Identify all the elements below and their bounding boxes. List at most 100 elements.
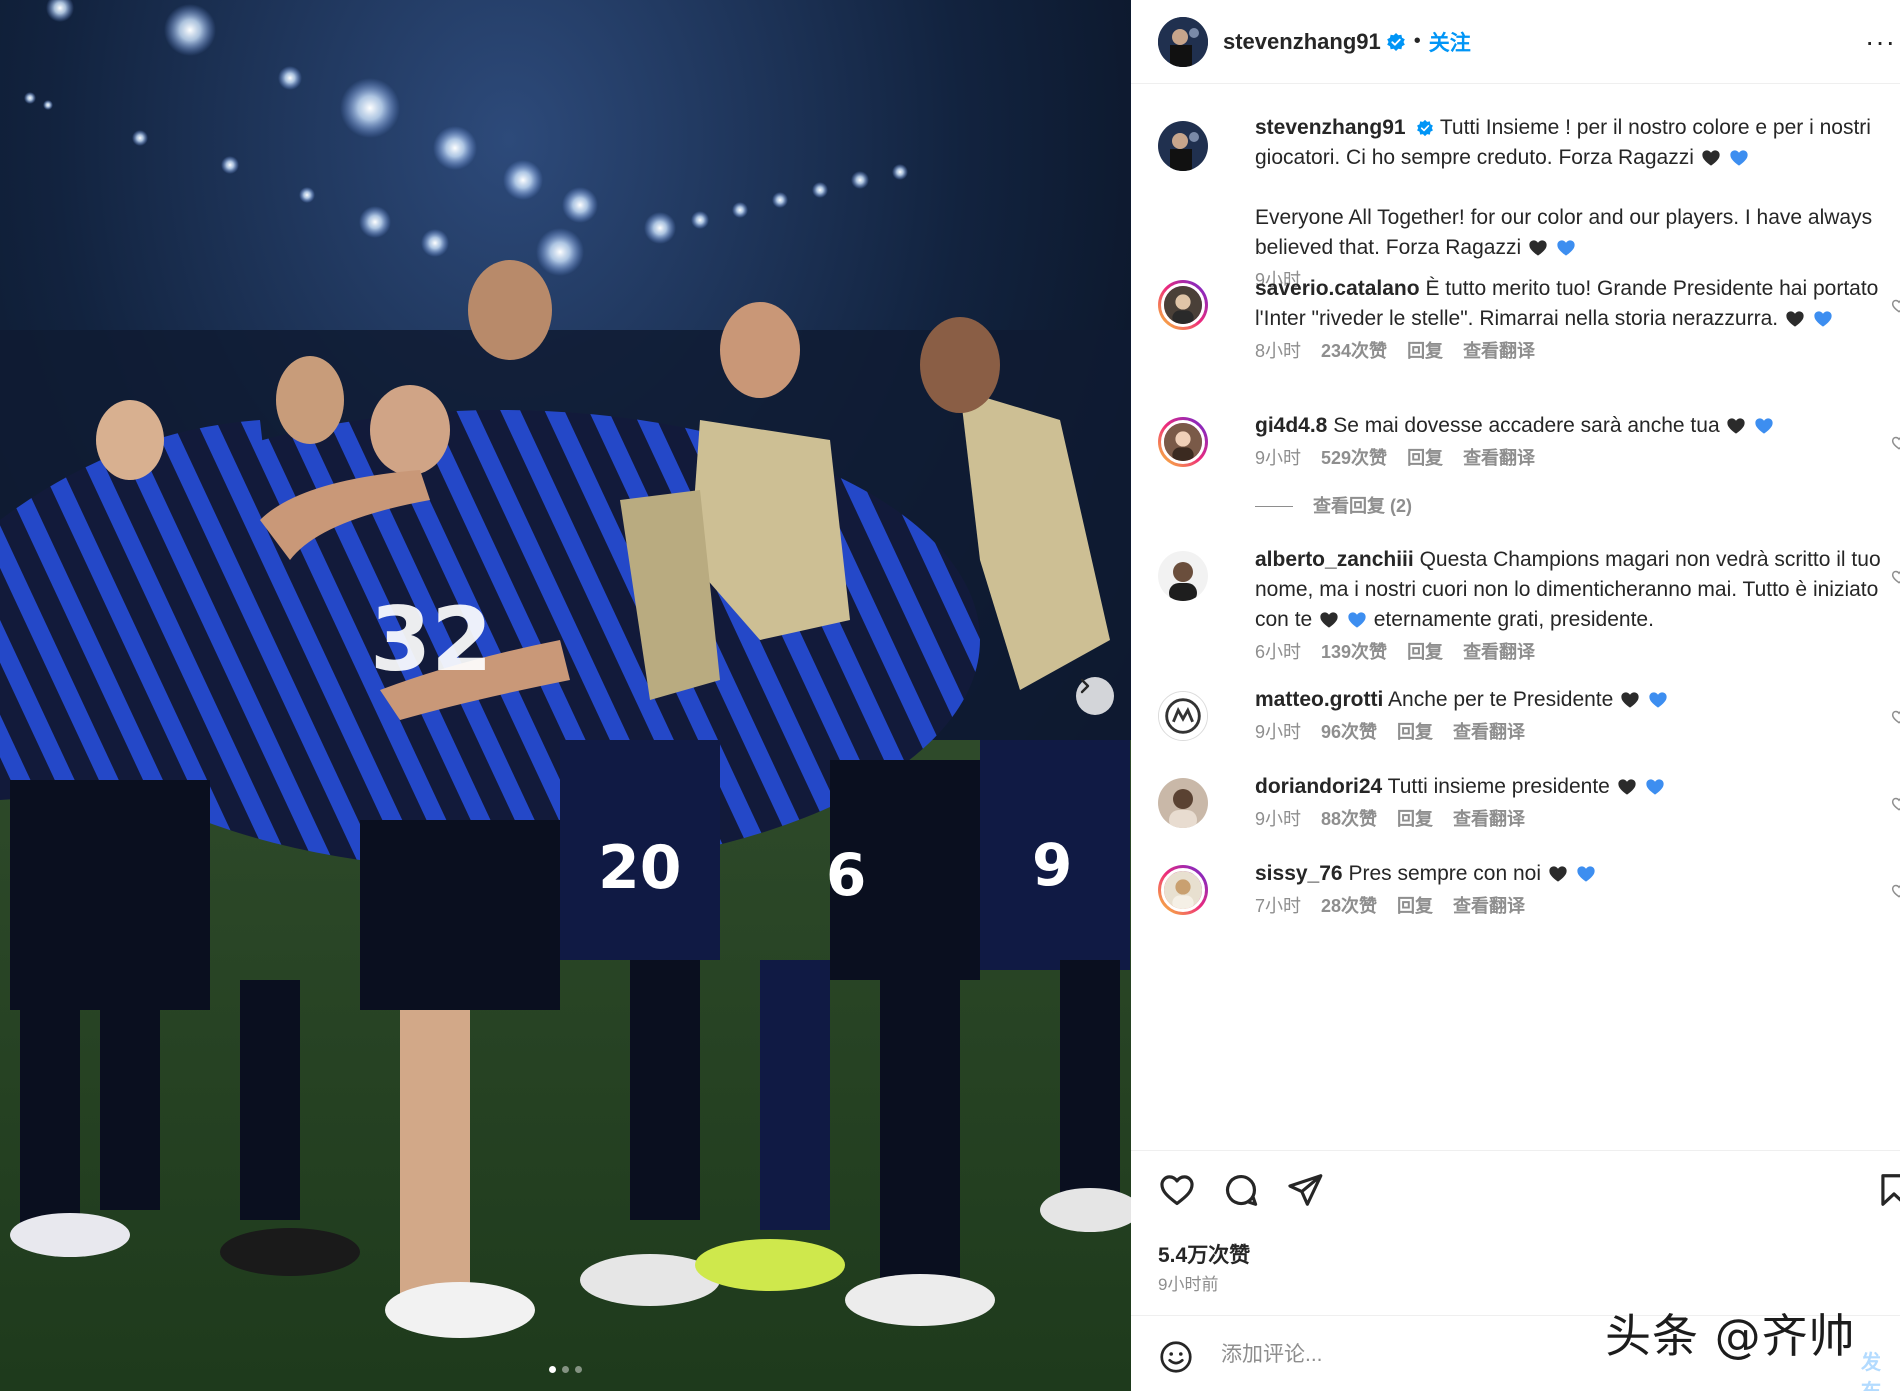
comment-input[interactable] xyxy=(1221,1338,1621,1372)
comment-likes[interactable]: 96次赞 xyxy=(1321,721,1377,743)
black-heart-icon xyxy=(1618,779,1636,795)
avatar-image xyxy=(1164,423,1202,461)
verified-icon xyxy=(1417,119,1434,137)
avatar-image xyxy=(1158,121,1208,171)
black-heart-icon xyxy=(1320,612,1338,628)
reply-button[interactable]: 回复 xyxy=(1407,447,1443,469)
commenter-username[interactable]: saverio.catalano xyxy=(1255,277,1420,300)
comments-thread[interactable]: stevenzhang91 Tutti Insieme ! per il nos… xyxy=(1131,85,1900,1150)
heart-icon[interactable] xyxy=(1158,1171,1196,1209)
commenter-username[interactable]: gi4d4.8 xyxy=(1255,414,1327,437)
heart-emojis xyxy=(1541,862,1597,885)
emoji-icon[interactable] xyxy=(1158,1339,1194,1375)
likes-count[interactable]: 5.4万次赞 xyxy=(1158,1239,1250,1269)
comment-likes[interactable]: 139次赞 xyxy=(1321,641,1387,663)
translate-button[interactable]: 查看翻译 xyxy=(1453,721,1525,743)
comment-meta: 9小时 529次赞 回复 查看翻译 xyxy=(1255,447,1900,469)
comment-time: 7小时 xyxy=(1255,896,1302,916)
translate-button[interactable]: 查看翻译 xyxy=(1463,641,1535,663)
post-comment-button[interactable]: 发布 xyxy=(1861,1346,1900,1391)
reply-button[interactable]: 回复 xyxy=(1397,895,1433,917)
post-actions: 5.4万次赞 9小时前 xyxy=(1131,1150,1900,1294)
blue-heart-icon xyxy=(1577,866,1595,882)
author-username[interactable]: stevenzhang91 xyxy=(1223,29,1381,55)
like-comment-icon[interactable] xyxy=(1891,569,1900,590)
like-comment-icon[interactable] xyxy=(1891,435,1900,456)
avatar-image xyxy=(1164,286,1202,324)
translate-button[interactable]: 查看翻译 xyxy=(1463,340,1535,362)
heart-icon xyxy=(1891,710,1900,724)
reply-button[interactable]: 回复 xyxy=(1397,808,1433,830)
heart-emojis xyxy=(1720,414,1776,437)
commenter-username[interactable]: matteo.grotti xyxy=(1255,688,1383,711)
next-image-button[interactable] xyxy=(1076,677,1114,715)
comment-icon[interactable] xyxy=(1222,1171,1260,1209)
celebration-photo: 32 20 9 6 xyxy=(0,0,1131,1391)
post-image[interactable]: 32 20 9 6 xyxy=(0,0,1131,1391)
share-icon[interactable] xyxy=(1286,1171,1324,1209)
comment-text-tail: eternamente grati, presidente. xyxy=(1373,608,1654,631)
translate-button[interactable]: 查看翻译 xyxy=(1453,808,1525,830)
comment-likes[interactable]: 529次赞 xyxy=(1321,447,1387,469)
comment-time: 9小时 xyxy=(1255,448,1302,468)
reply-button[interactable]: 回复 xyxy=(1397,721,1433,743)
avatar-image xyxy=(1159,692,1207,740)
comment-likes[interactable]: 88次赞 xyxy=(1321,808,1377,830)
svg-text:32: 32 xyxy=(370,588,492,691)
translate-button[interactable]: 查看翻译 xyxy=(1463,447,1535,469)
heart-emojis xyxy=(1613,688,1669,711)
caption-username[interactable]: stevenzhang91 xyxy=(1255,116,1406,139)
more-icon[interactable]: ··· xyxy=(1865,26,1896,58)
blue-heart-icon xyxy=(1649,692,1667,708)
blue-heart-icon xyxy=(1755,418,1773,434)
reply-button[interactable]: 回复 xyxy=(1407,641,1443,663)
author-avatar[interactable] xyxy=(1158,121,1208,171)
save-icon[interactable] xyxy=(1875,1171,1900,1209)
commenter-avatar[interactable] xyxy=(1158,417,1208,467)
post-side-panel: stevenzhang91 • 关注 ··· stevenzhang91 Tut… xyxy=(1131,0,1900,1391)
heart-emojis xyxy=(1312,608,1374,631)
follow-button[interactable]: 关注 xyxy=(1429,27,1471,57)
like-comment-icon[interactable] xyxy=(1891,298,1900,319)
header-separator: • xyxy=(1413,30,1421,52)
like-comment-icon[interactable] xyxy=(1891,709,1900,730)
comment-text: Pres sempre con noi xyxy=(1348,862,1542,885)
translate-button[interactable]: 查看翻译 xyxy=(1453,895,1525,917)
avatar-image xyxy=(1158,778,1208,828)
comment-likes[interactable]: 234次赞 xyxy=(1321,340,1387,362)
comment-time: 9小时 xyxy=(1255,722,1302,742)
commenter-username[interactable]: doriandori24 xyxy=(1255,775,1382,798)
heart-icon xyxy=(1891,884,1900,898)
reply-button[interactable]: 回复 xyxy=(1407,340,1443,362)
commenter-avatar[interactable] xyxy=(1158,865,1208,915)
commenter-avatar[interactable] xyxy=(1158,691,1208,741)
like-comment-icon[interactable] xyxy=(1891,796,1900,817)
comment-text: Se mai dovesse accadere sarà anche tua xyxy=(1333,414,1720,437)
comment-time: 8小时 xyxy=(1255,341,1302,361)
comment-meta: 6小时 139次赞 回复 查看翻译 xyxy=(1255,641,1900,663)
heart-icon xyxy=(1891,570,1900,584)
black-heart-icon xyxy=(1786,311,1804,327)
comment-time: 9小时 xyxy=(1255,809,1302,829)
carousel-dot xyxy=(549,1366,556,1373)
carousel-dot xyxy=(562,1366,569,1373)
divider xyxy=(1255,505,1293,507)
black-heart-icon xyxy=(1529,240,1547,256)
commenter-avatar[interactable] xyxy=(1158,551,1208,601)
commenter-username[interactable]: sissy_76 xyxy=(1255,862,1343,885)
author-avatar[interactable] xyxy=(1158,16,1208,67)
svg-text:20: 20 xyxy=(598,833,682,903)
heart-icon xyxy=(1891,299,1900,313)
commenter-avatar[interactable] xyxy=(1158,778,1208,828)
commenter-avatar[interactable] xyxy=(1158,280,1208,330)
comment-likes[interactable]: 28次赞 xyxy=(1321,895,1377,917)
carousel-dot xyxy=(575,1366,582,1373)
heart-emojis xyxy=(1610,775,1666,798)
heart-emojis xyxy=(1778,307,1834,330)
black-heart-icon xyxy=(1727,418,1746,434)
view-replies-button[interactable]: 查看回复 (2) xyxy=(1255,491,1900,521)
commenter-username[interactable]: alberto_zanchiii xyxy=(1255,548,1414,571)
black-heart-icon xyxy=(1549,866,1567,882)
like-comment-icon[interactable] xyxy=(1891,883,1900,904)
avatar-image xyxy=(1158,551,1208,601)
